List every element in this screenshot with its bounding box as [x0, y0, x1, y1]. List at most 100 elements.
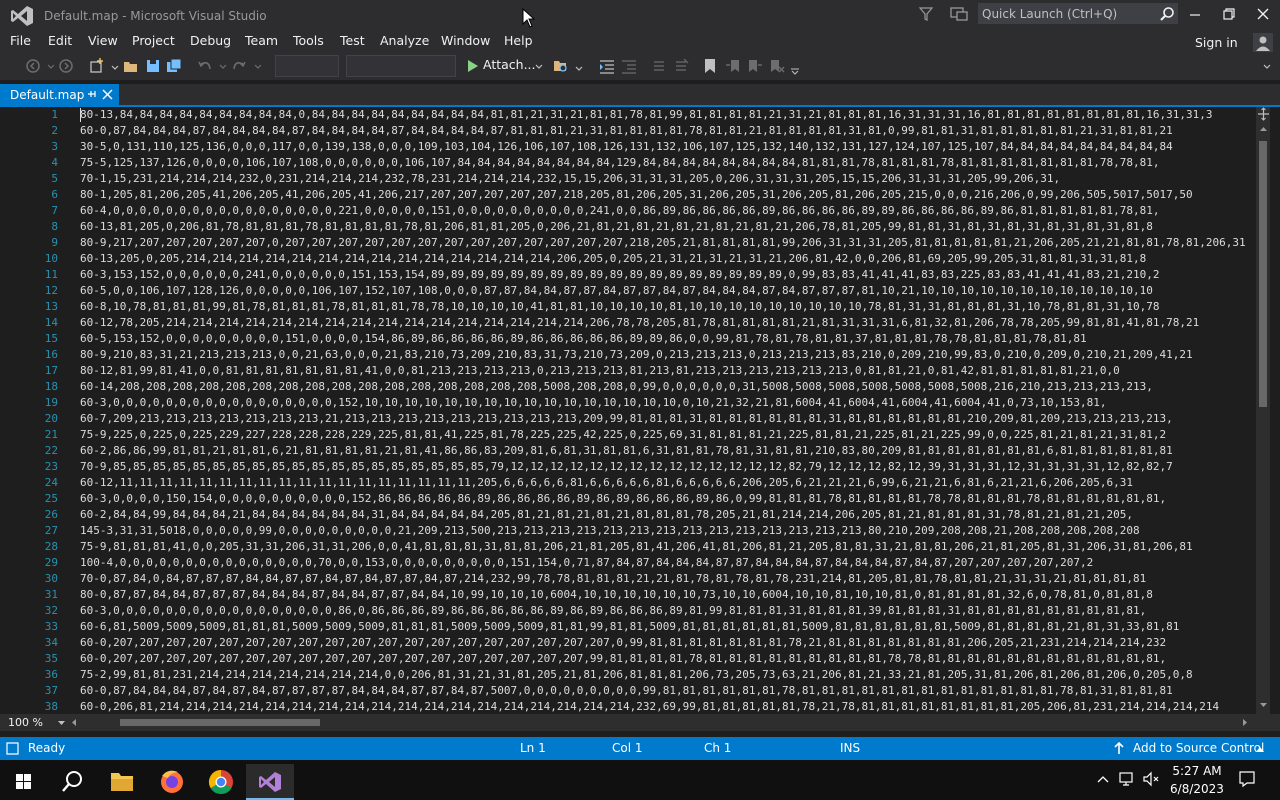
code-line[interactable]: 80-9,210,83,31,21,213,213,213,0,0,21,63,…	[80, 347, 1193, 363]
code-line[interactable]: 60-3,0,0,0,0,0,0,0,0,0,0,0,0,0,0,0,0,0,1…	[80, 395, 1107, 411]
firefox-icon[interactable]	[148, 764, 196, 800]
restore-button[interactable]	[1212, 0, 1246, 28]
code-line[interactable]: 30-5,0,131,110,125,136,0,0,0,117,0,0,139…	[80, 139, 1173, 155]
code-line[interactable]: 60-0,206,81,214,214,214,214,214,214,214,…	[80, 699, 1219, 714]
menu-window[interactable]: Window	[441, 33, 490, 48]
menu-project[interactable]: Project	[132, 33, 175, 48]
vertical-scroll-thumb[interactable]	[1259, 141, 1267, 407]
add-to-source-control-button[interactable]: Add to Source Control	[1133, 741, 1264, 755]
code-line[interactable]: 60-0,87,84,84,84,87,84,87,84,87,87,87,87…	[80, 683, 1173, 699]
code-line[interactable]: 60-5,153,152,0,0,0,0,0,0,0,0,0,151,0,0,0…	[80, 331, 1087, 347]
chevron-down-icon[interactable]	[1258, 57, 1276, 75]
attach-button[interactable]: Attach...	[483, 57, 536, 72]
chevron-down-icon[interactable]	[570, 57, 588, 75]
menu-help[interactable]: Help	[504, 33, 533, 48]
account-icon[interactable]	[1253, 33, 1273, 53]
code-line[interactable]: 60-0,207,207,207,207,207,207,207,207,207…	[80, 651, 1166, 667]
zoom-level-combo[interactable]: 100 %	[8, 716, 43, 729]
code-line[interactable]: 75-2,99,81,81,231,214,214,214,214,214,21…	[80, 667, 1193, 683]
start-play-icon[interactable]	[463, 57, 481, 75]
code-line[interactable]: 60-12,11,11,11,11,11,11,11,11,11,11,11,1…	[80, 475, 1133, 491]
code-line[interactable]: 60-2,84,84,99,84,84,84,21,84,84,84,84,84…	[80, 507, 1133, 523]
file-explorer-icon[interactable]	[98, 764, 146, 800]
find-in-files-icon[interactable]	[552, 57, 570, 75]
minimize-button[interactable]	[1178, 0, 1212, 28]
save-icon[interactable]	[144, 57, 162, 75]
volume-muted-icon[interactable]	[1142, 771, 1160, 787]
chrome-icon[interactable]	[197, 764, 245, 800]
notifications-filter-icon[interactable]	[918, 6, 934, 22]
taskbar-clock-time[interactable]: 5:27 AM	[1172, 764, 1222, 778]
code-line[interactable]: 145-3,31,31,5018,0,0,0,0,0,99,0,0,0,0,0,…	[80, 523, 1140, 539]
solution-platforms-combo[interactable]	[346, 55, 456, 77]
code-line[interactable]: 80-0,87,87,84,84,87,87,87,84,84,84,87,84…	[80, 587, 1153, 603]
arrow-up-icon[interactable]	[1113, 742, 1125, 755]
code-line[interactable]: 60-12,78,205,214,214,214,214,214,214,214…	[80, 315, 1199, 331]
comment-lines-icon[interactable]	[650, 57, 668, 75]
code-line[interactable]: 70-9,85,85,85,85,85,85,85,85,85,85,85,85…	[80, 459, 1173, 475]
code-line[interactable]: 60-14,208,208,208,208,208,208,208,208,20…	[80, 379, 1153, 395]
vertical-scrollbar[interactable]	[1256, 107, 1270, 714]
scroll-down-arrow-icon[interactable]	[1259, 700, 1268, 709]
close-icon[interactable]	[101, 88, 114, 101]
code-line[interactable]: 60-13,205,0,205,214,214,214,214,214,214,…	[80, 251, 1146, 267]
tab-default-map[interactable]: Default.map	[0, 84, 119, 106]
save-all-icon[interactable]	[165, 57, 183, 75]
code-line[interactable]: 60-3,153,152,0,0,0,0,0,0,241,0,0,0,0,0,0…	[80, 267, 1159, 283]
code-line[interactable]: 80-13,84,84,84,84,84,84,84,84,84,0,84,84…	[80, 107, 1212, 123]
solution-configurations-combo[interactable]	[275, 55, 339, 77]
code-line[interactable]: 60-0,207,207,207,207,207,207,207,207,207…	[80, 635, 1166, 651]
close-window-button[interactable]	[1246, 0, 1280, 28]
code-line[interactable]: 70-1,15,231,214,214,214,232,0,231,214,21…	[80, 171, 1060, 187]
code-line[interactable]: 60-13,81,205,0,206,81,78,81,81,81,78,81,…	[80, 219, 1153, 235]
code-line[interactable]: 75-9,225,0,225,0,225,229,227,228,228,228…	[80, 427, 1166, 443]
new-project-icon[interactable]	[88, 57, 106, 75]
chevron-down-icon[interactable]	[530, 57, 548, 75]
sign-in-link[interactable]: Sign in	[1195, 35, 1238, 50]
taskbar-clock-date[interactable]: 6/8/2023	[1168, 782, 1226, 796]
uncomment-lines-icon[interactable]	[672, 57, 690, 75]
quick-launch-input[interactable]: Quick Launch (Ctrl+Q)	[978, 3, 1178, 24]
menu-file[interactable]: File	[10, 33, 31, 48]
code-line[interactable]: 80-9,217,207,207,207,207,207,0,207,207,2…	[80, 235, 1246, 251]
indent-icon[interactable]	[598, 57, 616, 75]
code-line[interactable]: 60-0,87,84,84,84,87,84,84,84,84,87,84,84…	[80, 123, 1173, 139]
code-text-area[interactable]: 80-13,84,84,84,84,84,84,84,84,84,0,84,84…	[80, 107, 1254, 714]
code-line[interactable]: 60-2,86,86,99,81,81,21,81,81,6,21,81,81,…	[80, 443, 1173, 459]
menu-analyze[interactable]: Analyze	[380, 33, 429, 48]
navigate-forward-icon[interactable]	[57, 57, 75, 75]
code-line[interactable]: 80-1,205,81,206,205,41,206,205,41,206,20…	[80, 187, 1193, 203]
previous-bookmark-icon[interactable]	[724, 57, 742, 75]
search-icon[interactable]	[1159, 6, 1175, 22]
chevron-down-icon[interactable]	[57, 718, 66, 727]
windows-start-icon[interactable]	[0, 764, 48, 800]
code-editor[interactable]: 1 2 3 4 5 6 7 8 9 10 11 12 13 14 15 16 17 18 19 20 21 22 23 24 2…	[0, 107, 1280, 714]
feedback-icon[interactable]	[949, 5, 969, 23]
code-line[interactable]: 60-8,10,78,81,81,81,99,81,78,81,81,81,78…	[80, 299, 1159, 315]
notifications-icon[interactable]	[1238, 770, 1256, 788]
split-window-icon[interactable]	[1257, 107, 1270, 121]
chevron-up-icon[interactable]	[1096, 774, 1110, 784]
horizontal-scroll-thumb[interactable]	[120, 719, 320, 726]
menu-view[interactable]: View	[88, 33, 118, 48]
next-bookmark-icon[interactable]	[746, 57, 764, 75]
network-icon[interactable]	[1118, 771, 1136, 787]
scroll-right-arrow-icon[interactable]	[1240, 718, 1249, 727]
menu-test[interactable]: Test	[340, 33, 365, 48]
code-line[interactable]: 75-9,81,81,81,41,0,0,205,31,31,206,31,31…	[80, 539, 1193, 555]
pin-icon[interactable]	[84, 87, 98, 101]
bookmark-icon[interactable]	[701, 57, 719, 75]
menu-tools[interactable]: Tools	[293, 33, 324, 48]
code-line[interactable]: 60-5,0,0,106,107,128,126,0,0,0,0,0,106,1…	[80, 283, 1153, 299]
chevron-up-icon[interactable]	[1255, 745, 1265, 753]
code-line[interactable]: 100-4,0,0,0,0,0,0,0,0,0,0,0,0,0,0,0,70,0…	[80, 555, 1093, 571]
code-line[interactable]: 70-0,87,84,0,84,87,87,87,84,84,87,87,84,…	[80, 571, 1146, 587]
redo-icon[interactable]	[230, 57, 248, 75]
status-insert-mode[interactable]: INS	[840, 741, 860, 755]
menu-debug[interactable]: Debug	[190, 33, 231, 48]
open-file-icon[interactable]	[122, 57, 140, 75]
code-line[interactable]: 60-6,81,5009,5009,5009,81,81,81,5009,500…	[80, 619, 1179, 635]
outdent-icon[interactable]	[620, 57, 638, 75]
chevron-down-icon[interactable]	[249, 57, 267, 75]
taskbar-visual-studio[interactable]	[246, 764, 294, 800]
